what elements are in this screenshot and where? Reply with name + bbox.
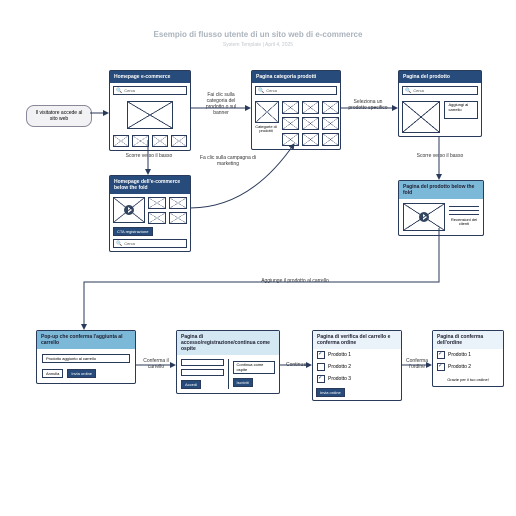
thumb (282, 117, 299, 130)
box-header: Pagina del prodotto (399, 71, 481, 83)
thumb (302, 133, 319, 146)
thumb (148, 197, 166, 209)
guest-button[interactable]: Continua come ospite (233, 361, 276, 374)
cat-image (255, 101, 279, 123)
thumb (148, 212, 166, 224)
box-homepage: Homepage e-commerce 🔍Cerca (109, 70, 191, 151)
edge-label: Scorre verso il basso (416, 153, 464, 159)
login-button[interactable]: Accedi (181, 380, 201, 389)
thumb (322, 101, 339, 114)
box-cart: Pagina di verifica del carrello e confer… (312, 330, 402, 401)
diagram-subtitle: System Template | April 4, 2025 (0, 42, 516, 48)
search-bar: 🔍Cerca (402, 86, 478, 95)
edge-label: Aggiunge il prodotto al carrello (250, 278, 340, 284)
hero-image (127, 101, 173, 129)
edge-label: Conferma il carrello (139, 358, 173, 370)
search-bar: 🔍Cerca (255, 86, 337, 95)
list-item: Prodotto 1 (433, 349, 503, 361)
thumb (322, 117, 339, 130)
checkbox-icon (317, 351, 325, 359)
box-product-below: Pagina del prodotto below the fold Recen… (398, 180, 484, 236)
box-header: Homepage e-commerce (110, 71, 190, 83)
box-signin: Pagina di accesso/registrazione/continua… (176, 330, 280, 394)
box-confirm: Pagina di conferma dell'ordine Prodotto … (432, 330, 504, 387)
reviews-label: Recensioni dei clienti (449, 218, 479, 227)
edge-label: Fa clic sulla campagna di marketing (198, 155, 258, 167)
product-image (402, 101, 440, 133)
box-category: Pagina categoria prodotti 🔍Cerca Categor… (251, 70, 341, 150)
search-icon: 🔍 (116, 241, 122, 247)
list-item: Prodotto 2 (433, 361, 503, 373)
edge-label: Fai clic sulla categoria del prodotto o … (198, 92, 244, 116)
signup-button[interactable]: Iscriviti (233, 378, 253, 387)
thumb (169, 197, 187, 209)
checkbox-icon (317, 375, 325, 383)
box-header: Pagina di conferma dell'ordine (433, 331, 503, 349)
thumb (113, 135, 129, 147)
video-box (403, 203, 445, 231)
submit-button[interactable]: Invia ordine (67, 369, 96, 378)
list-item: Prodotto 1 (313, 349, 401, 361)
search-icon: 🔍 (405, 88, 411, 94)
list-item: Prodotto 2 (313, 361, 401, 373)
thumb (282, 133, 299, 146)
play-icon (124, 205, 134, 215)
box-popup: Pop-up che conferma l'aggiunta al carrel… (36, 330, 136, 384)
thumb (169, 212, 187, 224)
edge-label: Continua (281, 362, 311, 368)
thumb (152, 135, 168, 147)
search-bar: 🔍Cerca (113, 86, 187, 95)
cta-button[interactable]: CTA registrazione (113, 227, 153, 236)
video-box (113, 197, 145, 223)
thumb (322, 133, 339, 146)
checkbox-icon (317, 363, 325, 371)
submit-button[interactable]: Invia ordine (316, 388, 345, 397)
edge-label: Seleziona un prodotto specifico (345, 99, 391, 111)
box-header: Homepage dell'e-commerce below the fold (110, 176, 190, 194)
box-header: Pop-up che conferma l'aggiunta al carrel… (37, 331, 135, 349)
search-icon: 🔍 (116, 88, 122, 94)
edge-label: Conferma l'ordine (402, 358, 432, 370)
checkbox-icon (437, 351, 445, 359)
box-header: Pagina di verifica del carrello e confer… (313, 331, 401, 349)
entry-node: Il visitatore accede al sito web (26, 105, 92, 127)
sidebar-label: Categorie di prodotti (255, 125, 277, 134)
add-to-cart-button[interactable]: Aggiungi al carrello (444, 101, 478, 119)
thumb (132, 135, 148, 147)
thumb (302, 117, 319, 130)
thumb (171, 135, 187, 147)
checkbox-icon (437, 363, 445, 371)
play-icon (419, 212, 429, 222)
thumb (302, 101, 319, 114)
box-header: Pagina del prodotto below the fold (399, 181, 483, 199)
search-icon: 🔍 (258, 88, 264, 94)
box-product: Pagina del prodotto 🔍Cerca Aggiungi al c… (398, 70, 482, 137)
box-home-below: Homepage dell'e-commerce below the fold … (109, 175, 191, 252)
cancel-button[interactable]: Annulla (42, 369, 63, 378)
box-header: Pagina categoria prodotti (252, 71, 340, 83)
box-header: Pagina di accesso/registrazione/continua… (177, 331, 279, 355)
list-item: Prodotto 3 (313, 373, 401, 385)
thanks-text: Grazie per il tuo ordine! (433, 373, 503, 386)
diagram-title: Esempio di flusso utente di un sito web … (0, 30, 516, 39)
thumb (282, 101, 299, 114)
edge-label: Scorre verso il basso (124, 153, 174, 159)
popup-msg: Prodotto aggiunto al carrello (42, 354, 130, 363)
search-bar: 🔍Cerca (113, 239, 187, 248)
